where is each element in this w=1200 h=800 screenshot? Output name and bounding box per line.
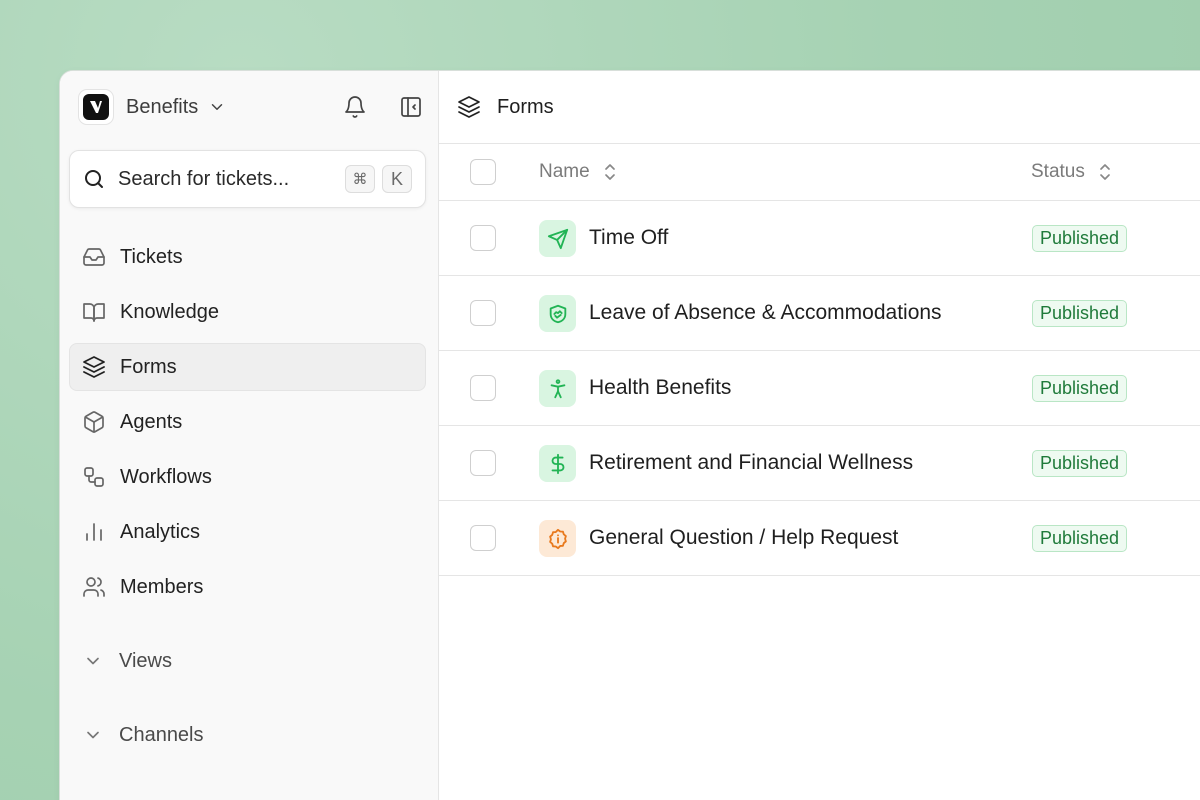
section-label: Channels — [119, 723, 204, 746]
column-header-status[interactable]: Status — [1031, 161, 1113, 183]
inbox-icon — [82, 245, 106, 269]
status-badge: Published — [1032, 450, 1128, 477]
table-row[interactable]: Health Benefits Published — [439, 351, 1200, 426]
dollar-icon — [539, 445, 576, 482]
layers-icon — [82, 355, 106, 379]
sidebar-item-label: Analytics — [120, 520, 201, 543]
table-row[interactable]: Retirement and Financial Wellness Publis… — [439, 426, 1200, 501]
form-name: General Question / Help Request — [589, 526, 899, 549]
sidebar-nav: Tickets Knowledge Forms Agents Workflows… — [69, 233, 426, 618]
sidebar-item-tickets[interactable]: Tickets — [69, 233, 426, 281]
sidebar-item-label: Agents — [120, 410, 183, 433]
form-name: Time Off — [589, 226, 669, 249]
sidebar-item-label: Workflows — [120, 465, 212, 488]
layers-icon — [457, 95, 481, 119]
row-checkbox[interactable] — [470, 375, 496, 401]
search-input[interactable]: Search for tickets... ⌘ K — [69, 150, 426, 208]
k-key: K — [382, 165, 412, 193]
workspace-logo[interactable] — [78, 89, 114, 125]
row-checkbox[interactable] — [470, 525, 496, 551]
collapse-sidebar-icon[interactable] — [399, 95, 423, 119]
table-header: Name Status — [439, 144, 1200, 201]
bell-icon[interactable] — [343, 95, 367, 119]
column-label: Name — [539, 161, 590, 182]
sort-icon — [602, 162, 618, 182]
section-label: Views — [119, 649, 172, 672]
form-name: Retirement and Financial Wellness — [589, 451, 914, 474]
status-badge: Published — [1032, 375, 1128, 402]
column-header-name[interactable]: Name — [539, 161, 618, 183]
send-icon — [539, 220, 576, 257]
main-header: Forms — [439, 71, 1200, 144]
search-shortcut: ⌘ K — [345, 165, 412, 193]
sidebar-item-analytics[interactable]: Analytics — [69, 508, 426, 556]
chevron-down-icon — [81, 649, 105, 673]
sidebar: Benefits Search for tickets... ⌘ K Ticke… — [60, 71, 439, 800]
sort-icon — [1097, 162, 1113, 182]
table-row[interactable]: General Question / Help Request Publishe… — [439, 501, 1200, 576]
chevron-down-icon[interactable] — [208, 98, 226, 116]
status-badge: Published — [1032, 225, 1128, 252]
status-badge: Published — [1032, 525, 1128, 552]
book-icon — [82, 300, 106, 324]
logo-icon — [83, 94, 109, 120]
sidebar-item-agents[interactable]: Agents — [69, 398, 426, 446]
app-window: Benefits Search for tickets... ⌘ K Ticke… — [59, 70, 1200, 800]
column-label: Status — [1031, 161, 1085, 182]
row-checkbox[interactable] — [470, 450, 496, 476]
workflow-icon — [82, 465, 106, 489]
row-checkbox[interactable] — [470, 300, 496, 326]
select-all-checkbox[interactable] — [470, 159, 496, 185]
command-key: ⌘ — [345, 165, 375, 193]
workspace-name[interactable]: Benefits — [126, 96, 198, 119]
chevron-down-icon — [81, 723, 105, 747]
sidebar-item-label: Knowledge — [120, 300, 219, 323]
sidebar-item-workflows[interactable]: Workflows — [69, 453, 426, 501]
section-channels[interactable]: Channels — [81, 720, 381, 750]
sidebar-item-label: Forms — [120, 355, 177, 378]
form-name: Health Benefits — [589, 376, 732, 399]
bar-chart-icon — [82, 520, 106, 544]
search-placeholder: Search for tickets... — [118, 167, 290, 190]
form-name: Leave of Absence & Accommodations — [589, 301, 942, 324]
sidebar-item-label: Tickets — [120, 245, 183, 268]
page-title: Forms — [497, 95, 554, 118]
accessibility-icon — [539, 370, 576, 407]
users-icon — [82, 575, 106, 599]
status-badge: Published — [1032, 300, 1128, 327]
sidebar-item-forms[interactable]: Forms — [69, 343, 426, 391]
table-row[interactable]: Time Off Published — [439, 201, 1200, 276]
main-content: Forms Name Status Time Off Published Lea… — [439, 71, 1200, 800]
sidebar-item-knowledge[interactable]: Knowledge — [69, 288, 426, 336]
handshake-icon — [539, 295, 576, 332]
cube-icon — [82, 410, 106, 434]
sidebar-item-members[interactable]: Members — [69, 563, 426, 611]
table-row[interactable]: Leave of Absence & Accommodations Publis… — [439, 276, 1200, 351]
info-badge-icon — [539, 520, 576, 557]
row-checkbox[interactable] — [470, 225, 496, 251]
section-views[interactable]: Views — [81, 646, 381, 676]
workspace-header: Benefits — [78, 87, 423, 127]
search-icon — [82, 167, 106, 191]
sidebar-item-label: Members — [120, 575, 204, 598]
